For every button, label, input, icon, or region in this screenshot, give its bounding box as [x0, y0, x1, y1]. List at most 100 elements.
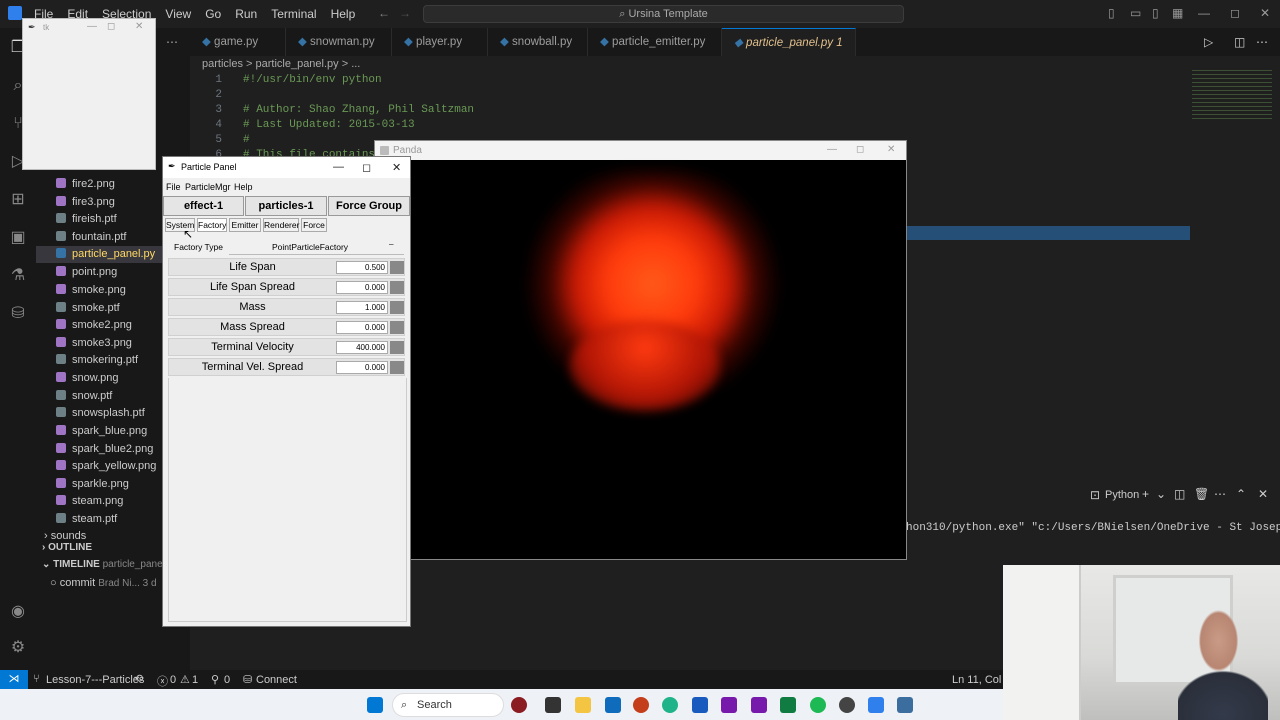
more-actions-icon[interactable]: ⋯ [1214, 487, 1226, 501]
new-terminal-icon[interactable]: + [1142, 487, 1149, 501]
factory-type-select[interactable]: PointParticleFactory [272, 242, 348, 252]
code-line[interactable]: # Last Updated: 2015-03-13 [243, 119, 415, 131]
tab-game[interactable]: ◆ game.py [190, 28, 286, 56]
testing-icon[interactable]: ⚗ [8, 266, 28, 286]
taskbar-search[interactable]: ⌕ Search [392, 693, 504, 717]
minimize-icon[interactable]: — [87, 21, 97, 32]
ports-count[interactable]: 0 [224, 674, 230, 686]
layout-panel-icon[interactable]: ▭ [1130, 6, 1141, 20]
minimap[interactable] [1192, 70, 1272, 120]
dropdown-indicator-icon[interactable]: ⎯ [389, 239, 394, 250]
tk-window[interactable]: ✒ tk — ◻ ✕ [22, 18, 156, 170]
spinner-arrows-icon[interactable] [390, 281, 404, 294]
spinner-arrows-icon[interactable] [390, 321, 404, 334]
spinner-arrows-icon[interactable] [390, 361, 404, 374]
menu-run[interactable]: Run [235, 7, 257, 21]
onenote-icon[interactable] [751, 697, 767, 713]
tab-snowman[interactable]: ◆ snowman.py [286, 28, 392, 56]
split-terminal-icon[interactable]: ◫ [1174, 487, 1185, 501]
minimize-icon[interactable]: — [827, 144, 837, 155]
more-icon[interactable]: ⋯ [166, 35, 178, 49]
spotify-icon[interactable] [810, 697, 826, 713]
minimize-icon[interactable]: — [1198, 6, 1210, 20]
particles-menu-button[interactable]: particles-1 [245, 196, 327, 216]
app-icon[interactable] [511, 697, 527, 713]
param-value-input[interactable]: 0.500 [336, 261, 388, 274]
more-actions-icon[interactable]: ⋯ [1256, 35, 1268, 49]
menu-go[interactable]: Go [205, 7, 221, 21]
maximize-icon[interactable]: ◻ [362, 161, 371, 174]
tab-force[interactable]: Force [301, 218, 327, 232]
force-group-menu-button[interactable]: Force Group [328, 196, 410, 216]
particle-panel-window[interactable]: Particle Panel ✒ — ◻ ✕ File ParticleMgr … [162, 156, 411, 627]
code-line[interactable]: #!/usr/bin/env python [243, 74, 382, 86]
code-line[interactable]: # [243, 134, 250, 146]
file-explorer-icon[interactable] [575, 697, 591, 713]
menu-help[interactable]: Help [234, 182, 253, 192]
chevron-down-icon[interactable]: ⌄ [1156, 487, 1166, 501]
maximize-icon[interactable]: ◻ [1230, 6, 1240, 20]
maximize-icon[interactable]: ◻ [107, 21, 115, 32]
tab-particle-emitter[interactable]: ◆ particle_emitter.py [588, 28, 722, 56]
tab-emitter[interactable]: Emitter [229, 218, 261, 232]
python-icon[interactable] [897, 697, 913, 713]
settings-gear-icon[interactable]: ⚙ [8, 638, 28, 658]
tab-particle-panel[interactable]: ◆ particle_panel.py 1 ✕ [722, 28, 856, 77]
panda-render-window[interactable]: Panda — ◻ ✕ [374, 140, 907, 560]
minimize-icon[interactable]: — [333, 161, 344, 173]
windows-start-icon[interactable] [367, 697, 383, 713]
database-icon[interactable]: ⛁ [8, 304, 28, 324]
tab-factory[interactable]: Factory [197, 218, 227, 232]
menu-view[interactable]: View [165, 7, 191, 21]
menu-particle-mgr[interactable]: ParticleMgr [185, 182, 231, 192]
close-icon[interactable]: ✕ [887, 144, 895, 155]
tab-snowball[interactable]: ◆ snowball.py [488, 28, 588, 56]
code-line[interactable]: # Author: Shao Zhang, Phil Saltzman [243, 104, 474, 116]
account-icon[interactable]: ◉ [8, 602, 28, 622]
sync-icon[interactable]: ⟲ [134, 672, 143, 685]
maximize-icon[interactable]: ◻ [856, 144, 864, 155]
param-value-input[interactable]: 400.000 [336, 341, 388, 354]
spinner-arrows-icon[interactable] [390, 341, 404, 354]
param-value-input[interactable]: 0.000 [336, 361, 388, 374]
chrome-icon[interactable] [839, 697, 855, 713]
param-value-input[interactable]: 1.000 [336, 301, 388, 314]
word-icon[interactable] [692, 697, 708, 713]
param-value-input[interactable]: 0.000 [336, 281, 388, 294]
chevron-up-icon[interactable]: ⌃ [1236, 487, 1246, 501]
run-icon[interactable]: ▷ [1204, 35, 1213, 49]
powerpoint-icon[interactable] [633, 697, 649, 713]
breadcrumb[interactable]: particles > particle_panel.py > ... [202, 58, 360, 70]
terminal-shell-name[interactable]: Python [1105, 489, 1139, 501]
close-icon[interactable]: ✕ [135, 21, 143, 32]
problems-count[interactable]: 0 [170, 674, 176, 686]
spinner-arrows-icon[interactable] [390, 261, 404, 274]
layout-sidebar-icon[interactable]: ▯ [1108, 6, 1115, 20]
edge-icon[interactable] [662, 697, 678, 713]
remote-explorer-icon[interactable]: ▣ [8, 228, 28, 248]
vscode-icon[interactable] [868, 697, 884, 713]
menu-help[interactable]: Help [331, 7, 356, 21]
extensions-icon[interactable]: ⊞ [8, 190, 28, 210]
menu-file[interactable]: File [166, 182, 181, 192]
close-icon[interactable]: ✕ [392, 161, 401, 174]
trash-icon[interactable]: 🗑 [1194, 487, 1209, 501]
tab-player[interactable]: ◆ player.py [392, 28, 488, 56]
task-view-icon[interactable] [545, 697, 561, 713]
branch-name[interactable]: Lesson-7---Particles [46, 674, 144, 686]
layout-customize-icon[interactable]: ▦ [1172, 6, 1183, 20]
forward-arrow-icon[interactable]: → [399, 6, 411, 20]
param-value-input[interactable]: 0.000 [336, 321, 388, 334]
back-arrow-icon[interactable]: ← [378, 6, 390, 20]
connect-button[interactable]: Connect [256, 674, 297, 686]
spinner-arrows-icon[interactable] [390, 301, 404, 314]
layout-secondary-icon[interactable]: ▯ [1152, 6, 1159, 20]
split-editor-icon[interactable]: ◫ [1234, 35, 1245, 49]
onenote-icon[interactable] [721, 697, 737, 713]
menu-terminal[interactable]: Terminal [271, 7, 316, 21]
close-panel-icon[interactable]: ✕ [1258, 487, 1268, 501]
tab-renderer[interactable]: Renderer [263, 218, 299, 232]
warnings-count[interactable]: 1 [192, 674, 198, 686]
close-icon[interactable]: ✕ [1260, 6, 1270, 20]
effect-menu-button[interactable]: effect-1 [163, 196, 244, 216]
